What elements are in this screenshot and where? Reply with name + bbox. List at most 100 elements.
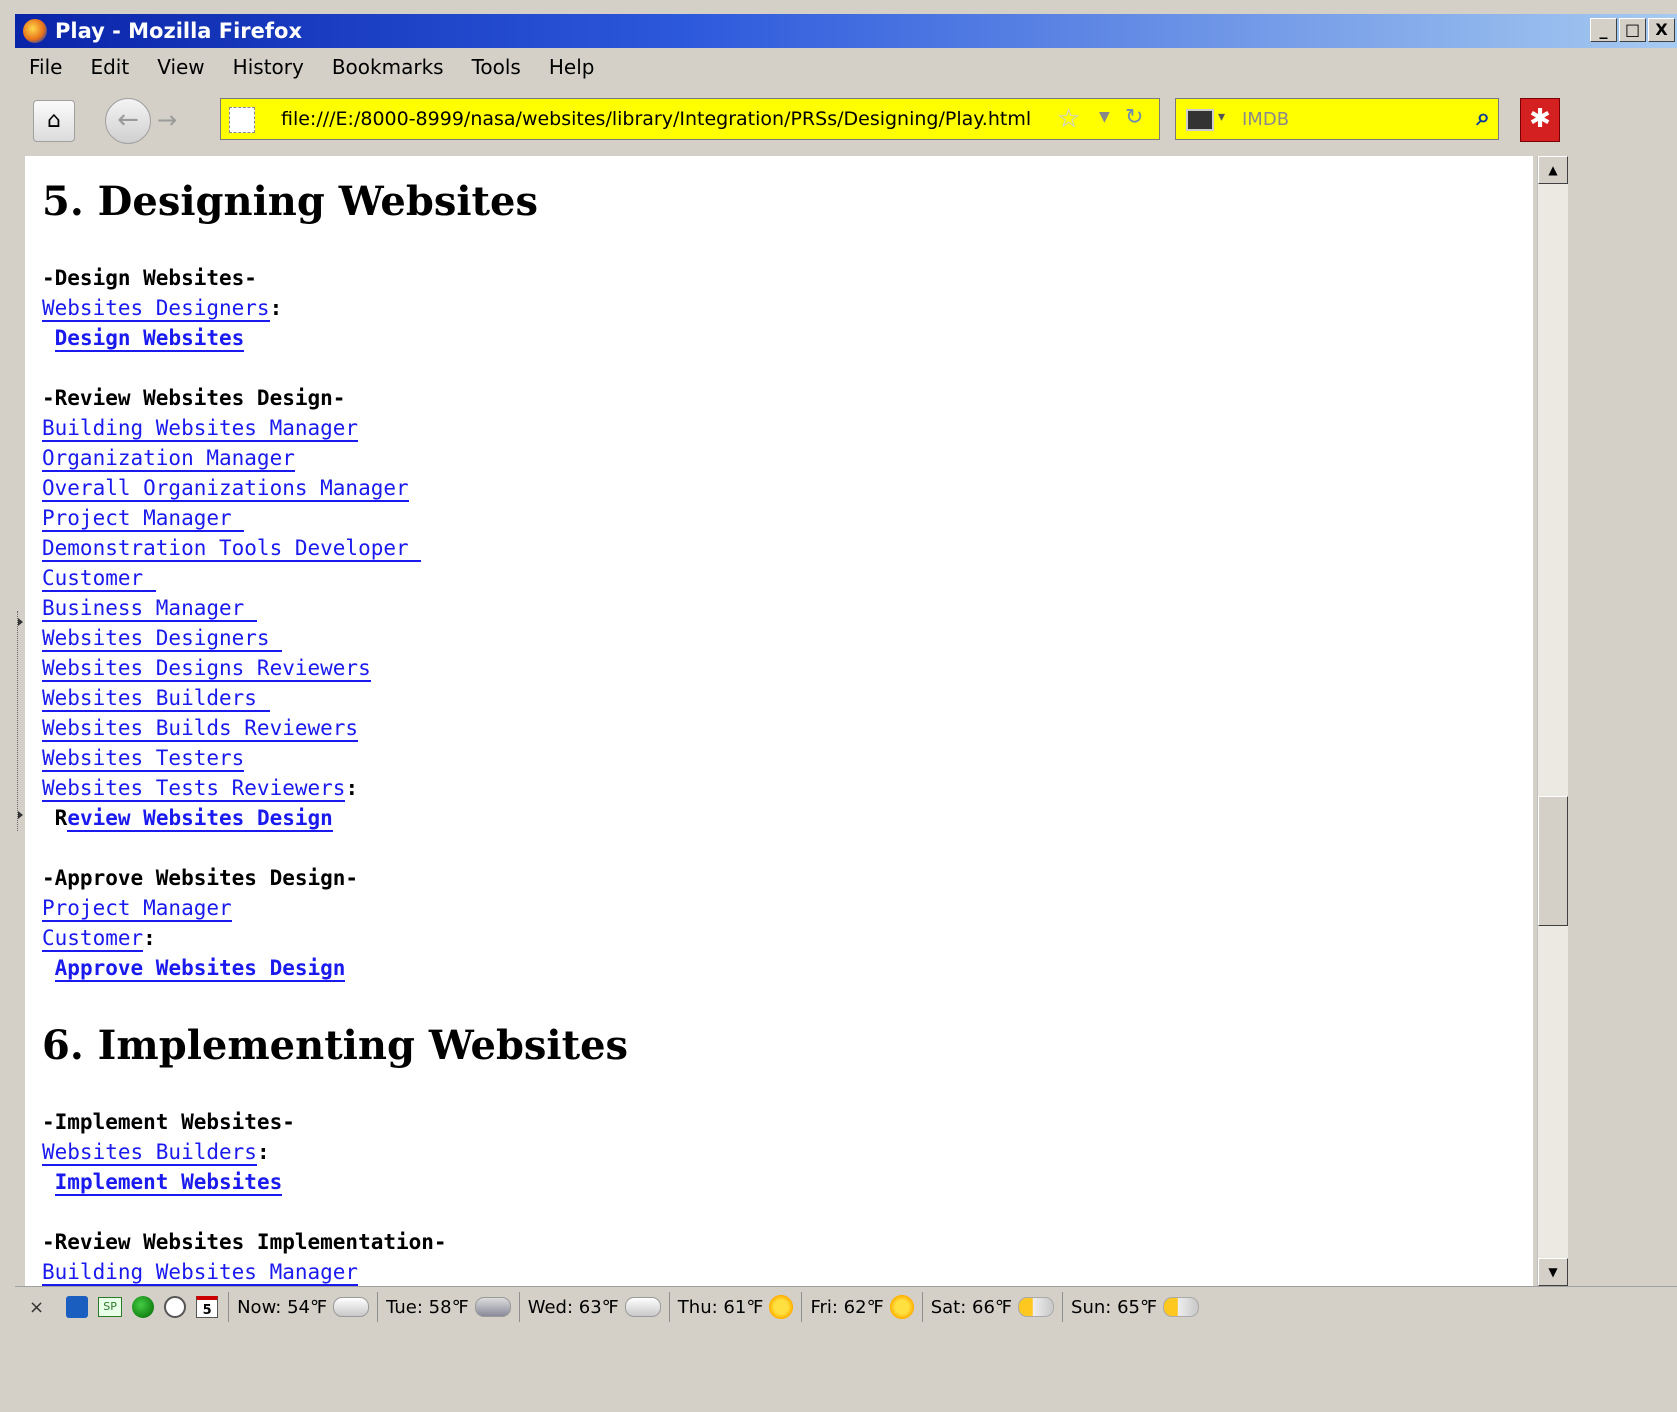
reload-icon[interactable]: ↻ [1125,105,1143,130]
menu-edit[interactable]: Edit [76,55,143,79]
section-heading: 5. Designing Websites [42,178,538,225]
vertical-scrollbar[interactable]: ▲ ▼ [1537,156,1568,1286]
partly-cloudy-icon [624,1297,661,1317]
title-bar[interactable]: Play - Mozilla Firefox _ □ X [15,14,1677,48]
weather-label: Tue: 58℉ [386,1296,469,1318]
weather-fri[interactable]: Fri: 62℉ [801,1292,921,1322]
role-line: Building Websites Manager [42,416,359,442]
role-line: Websites Builds Reviewers [42,716,359,742]
site-identity-icon[interactable] [229,107,255,133]
scroll-down-button[interactable]: ▼ [1538,1258,1568,1286]
role-link[interactable]: Customer [42,926,144,952]
up-arrow-icon: ▲ [1548,163,1558,177]
browser-window: Play - Mozilla Firefox _ □ X File Edit V… [0,0,1677,1412]
role-line: Project Manager [42,896,232,922]
action-prefix: R [54,806,68,830]
expand-arrow-icon[interactable] [18,618,23,626]
firefox-icon [23,19,47,43]
role-link[interactable]: Websites Testers [42,746,245,772]
weather-sat[interactable]: Sat: 66℉ [921,1292,1062,1322]
clock-icon[interactable] [164,1296,187,1318]
action-link[interactable]: eview Websites Design [67,806,333,832]
role-link[interactable]: Websites Tests Reviewers [42,776,346,802]
role-link[interactable]: Websites Builders [42,686,270,712]
url-dropdown-icon[interactable]: ▼ [1099,109,1110,125]
weather-tue[interactable]: Tue: 58℉ [377,1292,519,1322]
close-statusbar-button[interactable]: × [29,1297,44,1318]
role-link[interactable]: Business Manager [42,596,257,622]
role-link[interactable]: Websites Designers [42,296,270,322]
action-link[interactable]: Design Websites [54,326,245,352]
role-line: Project Manager [42,506,245,532]
search-icon[interactable]: ⌕ [1477,103,1490,131]
weather-label: Fri: 62℉ [810,1296,884,1318]
addon-button[interactable]: ✱ [1520,98,1560,142]
search-bar[interactable]: ▾ IMDB ⌕ [1175,98,1499,140]
window-controls: _ □ X [1590,18,1675,42]
role-link[interactable]: Websites Builds Reviewers [42,716,359,742]
x-extension-icon[interactable] [66,1296,89,1318]
role-line: Websites Builders [42,686,270,712]
role-line: Building Websites Manager [42,1260,359,1286]
group-label: -Approve Websites Design- [42,866,359,890]
role-line: Demonstration Tools Developer [42,536,422,562]
search-engine-icon[interactable] [1186,109,1214,131]
weather-now[interactable]: Now: 54℉ [228,1292,377,1322]
role-link[interactable]: Project Manager [42,506,245,532]
calendar-icon[interactable]: 5 [196,1296,219,1318]
scrollbar-thumb[interactable] [1538,796,1568,926]
back-button[interactable]: ← [105,98,151,144]
menu-tools[interactable]: Tools [458,55,535,79]
role-link[interactable]: Customer [42,566,156,592]
bookmark-star-icon[interactable]: ☆ [1057,104,1080,134]
role-link[interactable]: Websites Designs Reviewers [42,656,371,682]
role-link[interactable]: Project Manager [42,896,232,922]
status-green-icon[interactable] [132,1296,155,1318]
home-icon: ⌂ [47,108,61,133]
expand-arrow-icon[interactable] [18,811,23,819]
minimize-button[interactable]: _ [1590,18,1617,42]
role-link[interactable]: Organization Manager [42,446,295,472]
menu-history[interactable]: History [219,55,318,79]
role-link[interactable]: Building Websites Manager [42,416,359,442]
close-button[interactable]: X [1648,18,1675,42]
action-link[interactable]: Implement Websites [54,1170,283,1196]
menu-file[interactable]: File [15,55,76,79]
home-button[interactable]: ⌂ [33,100,75,142]
action-line: Implement Websites [42,1170,283,1196]
role-line: Websites Designs Reviewers [42,656,371,682]
role-link[interactable]: Demonstration Tools Developer [42,536,422,562]
weather-thu[interactable]: Thu: 61℉ [668,1292,802,1322]
weather-wed[interactable]: Wed: 63℉ [518,1292,669,1322]
role-line: Business Manager [42,596,257,622]
splitter-grip [17,611,21,831]
forward-button[interactable]: → [157,106,177,134]
role-link[interactable]: Building Websites Manager [42,1260,359,1286]
role-line: Websites Builders: [42,1140,270,1166]
sunny-icon [769,1295,794,1319]
search-engine-dropdown-icon[interactable]: ▾ [1218,109,1225,125]
weather-sun[interactable]: Sun: 65℉ [1062,1292,1207,1322]
maximize-button[interactable]: □ [1619,18,1646,42]
action-link[interactable]: Approve Websites Design [54,956,346,982]
menu-bookmarks[interactable]: Bookmarks [318,55,458,79]
down-arrow-icon: ▼ [1548,1265,1558,1279]
scroll-up-button[interactable]: ▲ [1538,156,1568,184]
rain-icon [474,1297,511,1317]
role-link[interactable]: Overall Organizations Manager [42,476,409,502]
action-line: Review Websites Design [42,806,333,832]
url-bar[interactable]: file:///E:/8000-8999/nasa/websites/libra… [220,98,1160,140]
group-label: -Review Websites Implementation- [42,1230,447,1254]
menu-view[interactable]: View [143,55,218,79]
role-line: Websites Testers [42,746,245,772]
menu-help[interactable]: Help [535,55,609,79]
menu-bar: File Edit View History Bookmarks Tools H… [15,50,1677,84]
weather-label: Wed: 63℉ [527,1296,619,1318]
search-input[interactable]: IMDB [1242,109,1289,130]
role-line: Customer [42,566,156,592]
group-label: -Design Websites- [42,266,257,290]
url-text[interactable]: file:///E:/8000-8999/nasa/websites/libra… [281,108,1031,130]
role-link[interactable]: Websites Builders [42,1140,257,1166]
sp-icon[interactable]: SP [98,1297,123,1317]
role-link[interactable]: Websites Designers [42,626,283,652]
